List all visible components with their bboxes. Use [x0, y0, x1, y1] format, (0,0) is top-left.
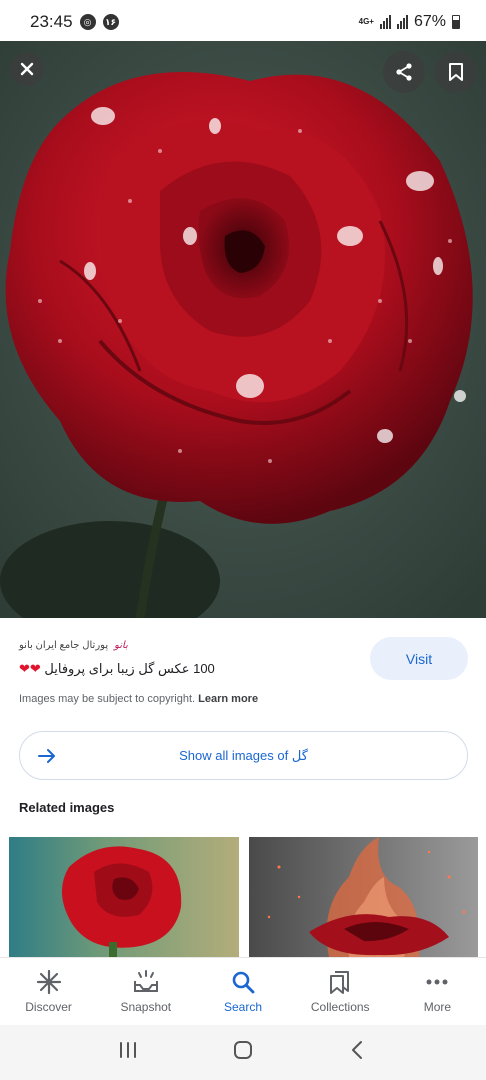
- nav-collections-label: Collections: [310, 1000, 370, 1014]
- close-icon: [20, 62, 34, 76]
- related-rose-image: [9, 837, 239, 957]
- status-left: 23:45 ◎ ۱۶: [30, 12, 119, 32]
- related-image-1[interactable]: [9, 837, 239, 957]
- nav-snapshot[interactable]: Snapshot: [97, 958, 194, 1025]
- nav-search-label: Search: [223, 1000, 263, 1014]
- learn-more-link[interactable]: Learn more: [198, 693, 258, 705]
- show-all-text: Show all images of: [179, 747, 289, 763]
- back-icon: [352, 1041, 363, 1059]
- search-icon: [230, 969, 256, 995]
- asterisk-icon: [36, 969, 62, 995]
- nav-collections[interactable]: Collections: [292, 958, 389, 1025]
- home-button[interactable]: [232, 1039, 254, 1066]
- copyright-text: Images may be subject to copyright.: [19, 693, 196, 705]
- hearts-icon: ❤❤: [19, 661, 41, 676]
- visit-button[interactable]: Visit: [370, 637, 468, 680]
- snapshot-icon: [132, 969, 160, 995]
- source-name[interactable]: پورتال جامع ایران بانو: [19, 640, 108, 651]
- source-logo: بانو: [114, 640, 128, 651]
- copyright-notice: Images may be subject to copyright. Lear…: [19, 693, 258, 705]
- nav-more[interactable]: More: [389, 958, 486, 1025]
- signal-icon: [379, 15, 391, 29]
- back-button[interactable]: [347, 1039, 369, 1066]
- home-icon: [233, 1041, 252, 1059]
- bookmark-button[interactable]: [435, 51, 477, 93]
- nav-discover[interactable]: Discover: [0, 958, 97, 1025]
- network-type: 4G+: [358, 17, 374, 26]
- share-button[interactable]: [383, 51, 425, 93]
- result-title[interactable]: 100 عکس گل زیبا برای پروفایل ❤❤: [19, 661, 269, 677]
- status-time: 23:45: [30, 12, 73, 31]
- status-right: 4G+ 67%: [359, 13, 460, 31]
- collections-icon: [327, 969, 353, 995]
- related-fire-rose-image: [249, 837, 478, 957]
- nav-search[interactable]: Search: [194, 958, 291, 1025]
- red-rose-image: [0, 41, 486, 618]
- show-all-query: گل: [291, 747, 308, 763]
- result-title-text: 100 عکس گل زیبا برای پروفایل: [44, 661, 215, 676]
- bookmark-icon: [449, 63, 463, 81]
- recent-apps-button[interactable]: [117, 1040, 139, 1065]
- source-row[interactable]: پورتال جامع ایران بانو بانو: [19, 640, 128, 651]
- show-all-images-button[interactable]: Show all images of گل: [19, 731, 468, 780]
- nav-snapshot-label: Snapshot: [120, 1000, 172, 1014]
- battery-icon: [452, 15, 460, 29]
- share-icon: [396, 63, 412, 81]
- related-images-heading: Related images: [19, 800, 115, 815]
- bottom-nav: Discover Snapshot Search Collections Mor…: [0, 957, 486, 1025]
- more-dots-icon: [424, 969, 450, 995]
- nav-discover-label: Discover: [25, 1000, 72, 1014]
- recent-apps-icon: [119, 1042, 136, 1058]
- nav-more-label: More: [423, 1000, 452, 1014]
- main-image[interactable]: [0, 41, 486, 618]
- chrome-notification-icon: ◎: [79, 14, 96, 30]
- battery-percent: 67%: [413, 13, 446, 30]
- show-all-label: Show all images of گل: [20, 748, 467, 764]
- arrow-right-icon: [38, 749, 55, 763]
- close-button[interactable]: [10, 52, 44, 86]
- signal-icon-2: [396, 15, 408, 29]
- related-image-2[interactable]: [249, 837, 478, 957]
- status-bar: 23:45 ◎ ۱۶ 4G+ 67%: [0, 0, 486, 44]
- notification-badge: ۱۶: [102, 14, 119, 30]
- system-nav-bar: [0, 1025, 486, 1080]
